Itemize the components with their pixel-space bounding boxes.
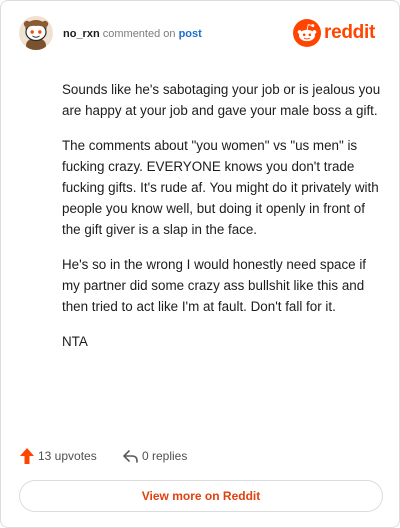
comment-paragraph: The comments about "you women" vs "us me… [62,138,379,237]
username-link[interactable]: no_rxn [63,28,100,40]
reply-arrow-icon [123,450,138,463]
reddit-logo-icon [293,19,321,47]
reddit-brand[interactable]: reddit [293,19,383,47]
reddit-wordmark: reddit [324,22,375,43]
user-avatar[interactable] [19,16,53,50]
comment-paragraph: Sounds like he's sabotaging your job or … [62,82,381,118]
comment-footer: 13 upvotes 0 replies [19,447,381,465]
commented-on-text: commented on [102,28,176,40]
view-more-on-reddit-button[interactable]: View more on Reddit [19,480,383,512]
comment-body: Sounds like he's sabotaging your job or … [62,79,382,366]
snoo-avatar-icon [19,16,53,50]
upvote-count: 13 upvotes [38,449,97,463]
comment-paragraph: NTA [62,334,88,349]
comment-meta: no_rxn commented on post [63,27,202,41]
embedded-comment-card: no_rxn commented on post reddit Sounds l… [0,0,400,528]
upvote-arrow-icon [20,448,34,464]
post-link[interactable]: post [179,28,202,40]
comment-header: no_rxn commented on post reddit [19,16,383,52]
reply-count: 0 replies [142,449,188,463]
comment-paragraph: He's so in the wrong I would honestly ne… [62,257,367,314]
